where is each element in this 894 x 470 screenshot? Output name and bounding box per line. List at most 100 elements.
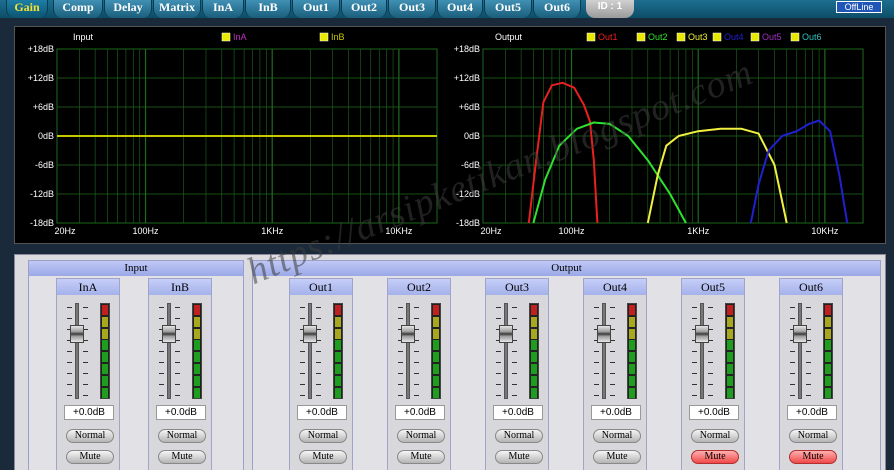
- gain-fader-knob[interactable]: [303, 325, 317, 343]
- gain-value-field[interactable]: +0.0dB: [787, 405, 837, 420]
- gain-value-field[interactable]: +0.0dB: [395, 405, 445, 420]
- tab-comp[interactable]: Comp: [53, 0, 103, 18]
- output-y-tick-label: -12dB: [456, 189, 480, 199]
- mute-button[interactable]: Mute: [158, 450, 206, 464]
- meter-segment: [629, 305, 635, 315]
- gain-fader-knob[interactable]: [597, 325, 611, 343]
- tab-matrix[interactable]: Matrix: [153, 0, 201, 18]
- meter-segment: [727, 328, 733, 339]
- fader-scale-tick: [83, 384, 88, 385]
- output-legend-label: Out6: [802, 32, 822, 42]
- tab-out6[interactable]: Out6: [533, 0, 581, 18]
- tab-out4[interactable]: Out4: [437, 0, 483, 18]
- gain-fader-track[interactable]: [75, 303, 79, 399]
- tab-ina[interactable]: InA: [202, 0, 244, 18]
- gain-fader-knob[interactable]: [401, 325, 415, 343]
- fader-scale-tick: [806, 395, 811, 396]
- gain-fader-knob[interactable]: [70, 325, 84, 343]
- fader-scale-tick: [594, 351, 599, 352]
- input-legend-label: InA: [233, 32, 247, 42]
- meter-segment: [727, 340, 733, 351]
- tab-out2[interactable]: Out2: [341, 0, 387, 18]
- phase-normal-button[interactable]: Normal: [789, 429, 837, 443]
- phase-normal-button[interactable]: Normal: [158, 429, 206, 443]
- fader-scale-tick: [790, 395, 795, 396]
- mute-button[interactable]: Mute: [593, 450, 641, 464]
- phase-normal-button[interactable]: Normal: [66, 429, 114, 443]
- phase-normal-button[interactable]: Normal: [299, 429, 347, 443]
- output-legend-checkbox: [676, 32, 686, 42]
- mute-button[interactable]: Mute: [495, 450, 543, 464]
- meter-segment: [102, 316, 108, 327]
- gain-value-field[interactable]: +0.0dB: [297, 405, 347, 420]
- mute-button[interactable]: Mute: [397, 450, 445, 464]
- connection-status-button[interactable]: OffLine: [836, 1, 882, 13]
- gain-fader-knob[interactable]: [793, 325, 807, 343]
- meter-segment: [727, 316, 733, 327]
- fader-scale-tick: [67, 373, 72, 374]
- fader-scale-tick: [83, 307, 88, 308]
- fader-scale-tick: [708, 318, 713, 319]
- fader-scale-tick: [175, 351, 180, 352]
- tab-inb[interactable]: InB: [245, 0, 291, 18]
- gain-fader-track[interactable]: [700, 303, 704, 399]
- mute-button[interactable]: Mute: [691, 450, 739, 464]
- fader-scale-tick: [496, 384, 501, 385]
- output-legend-label: Out4: [724, 32, 744, 42]
- meter-segment: [825, 387, 831, 398]
- gain-fader-track[interactable]: [602, 303, 606, 399]
- output-y-tick-label: +6dB: [459, 102, 480, 112]
- gain-fader-track[interactable]: [167, 303, 171, 399]
- gain-fader-track[interactable]: [504, 303, 508, 399]
- phase-normal-button[interactable]: Normal: [495, 429, 543, 443]
- meter-segment: [531, 316, 537, 327]
- gain-fader-knob[interactable]: [162, 325, 176, 343]
- fader-scale-tick: [692, 318, 697, 319]
- gain-value-field[interactable]: +0.0dB: [156, 405, 206, 420]
- gain-value-field[interactable]: +0.0dB: [591, 405, 641, 420]
- level-meter: [627, 303, 637, 399]
- tab-out3[interactable]: Out3: [388, 0, 436, 18]
- meter-segment: [102, 305, 108, 315]
- input-legend-checkbox: [221, 32, 231, 42]
- input-y-tick-label: -18dB: [30, 218, 54, 228]
- fader-scale-tick: [790, 384, 795, 385]
- fader-scale-tick: [83, 373, 88, 374]
- fader-scale-tick: [806, 351, 811, 352]
- fader-scale-tick: [594, 384, 599, 385]
- gain-value-field[interactable]: +0.0dB: [689, 405, 739, 420]
- gain-fader-track[interactable]: [798, 303, 802, 399]
- fader-scale-tick: [806, 384, 811, 385]
- gain-value-field[interactable]: +0.0dB: [493, 405, 543, 420]
- gain-fader-track[interactable]: [308, 303, 312, 399]
- mute-button[interactable]: Mute: [299, 450, 347, 464]
- level-meter: [725, 303, 735, 399]
- meter-segment: [433, 316, 439, 327]
- fader-scale-tick: [692, 384, 697, 385]
- output-x-tick-label: 100Hz: [559, 226, 586, 236]
- mute-button[interactable]: Mute: [789, 450, 837, 464]
- channel-strip-out4: Out4 +0.0dB Normal Mute: [583, 278, 647, 470]
- gain-fader-knob[interactable]: [499, 325, 513, 343]
- fader-scale-tick: [692, 395, 697, 396]
- tab-delay[interactable]: Delay: [104, 0, 152, 18]
- meter-segment: [194, 305, 200, 315]
- meter-segment: [335, 387, 341, 398]
- fader-scale-tick: [398, 307, 403, 308]
- phase-normal-button[interactable]: Normal: [691, 429, 739, 443]
- channel-name: Out4: [584, 279, 646, 295]
- mute-button[interactable]: Mute: [66, 450, 114, 464]
- tab-out1[interactable]: Out1: [292, 0, 340, 18]
- phase-normal-button[interactable]: Normal: [593, 429, 641, 443]
- fader-scale-tick: [300, 351, 305, 352]
- gain-fader-track[interactable]: [406, 303, 410, 399]
- tab-gain[interactable]: Gain: [6, 0, 48, 18]
- phase-normal-button[interactable]: Normal: [397, 429, 445, 443]
- fader-scale-tick: [594, 362, 599, 363]
- gain-fader-knob[interactable]: [695, 325, 709, 343]
- gain-value-field[interactable]: +0.0dB: [64, 405, 114, 420]
- fader-scale-tick: [414, 373, 419, 374]
- channel-name: Out1: [290, 279, 352, 295]
- level-meter: [823, 303, 833, 399]
- tab-out5[interactable]: Out5: [484, 0, 532, 18]
